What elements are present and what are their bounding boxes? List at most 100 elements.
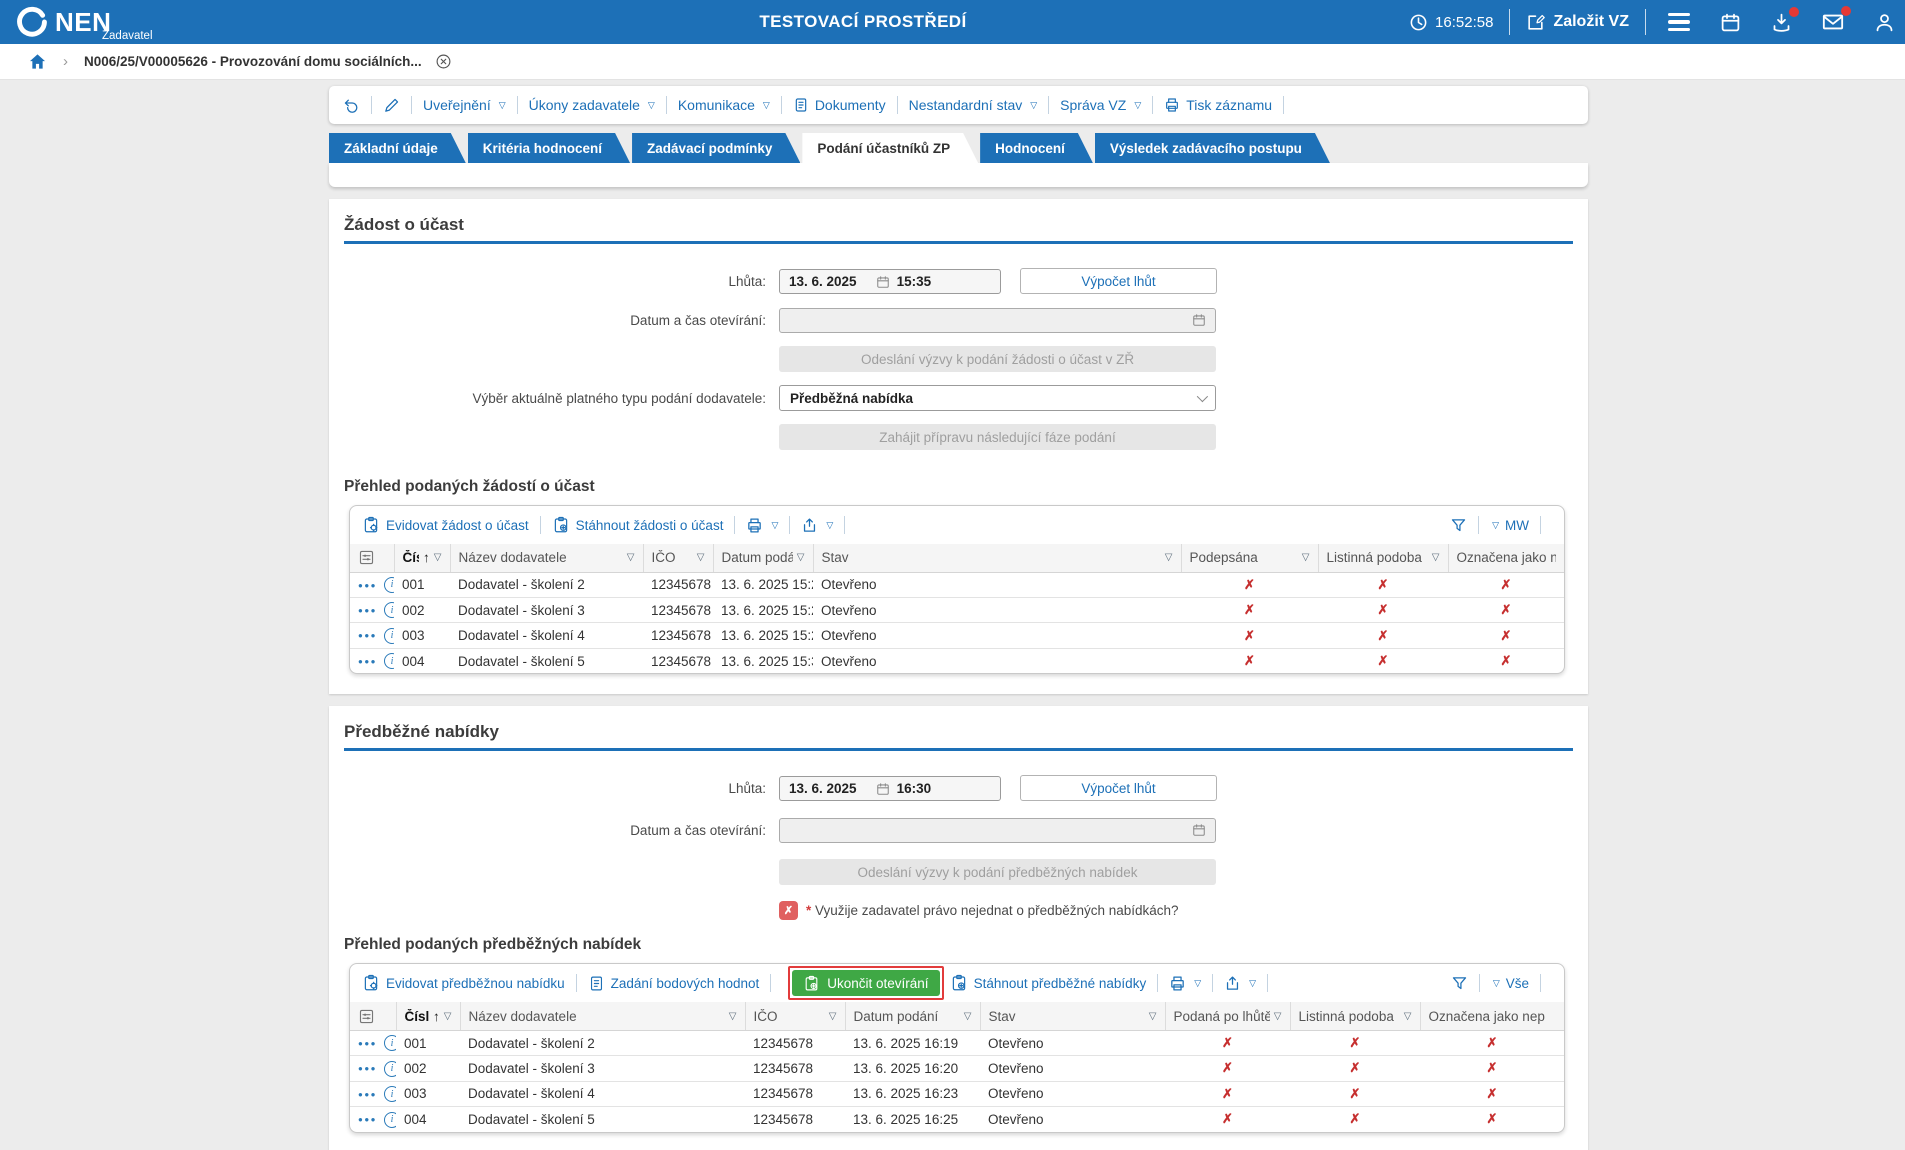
row-menu-icon[interactable]: ●●● <box>358 606 377 615</box>
tab-kriteria-hodnoceni[interactable]: Kritéria hodnocení <box>468 133 630 163</box>
odeslani-vyzvy-button[interactable]: Odeslání výzvy k podání předběžných nabí… <box>779 859 1216 885</box>
row-menu-icon[interactable]: ●●● <box>358 1039 377 1048</box>
column-header[interactable]: Stav▽ <box>980 1002 1165 1030</box>
filter-caret-icon[interactable]: ▽ <box>793 552 805 563</box>
close-icon[interactable] <box>435 53 452 71</box>
menu-ukony-zadavatele[interactable]: Úkony zadavatele▽ <box>529 97 655 113</box>
filter-caret-icon[interactable]: ▽ <box>693 552 705 563</box>
downloads-icon[interactable] <box>1771 12 1792 33</box>
menu-icon[interactable] <box>1668 13 1690 31</box>
info-icon[interactable]: i <box>384 1086 396 1102</box>
vypocet-lhut-button[interactable]: Výpočet lhůt <box>1020 268 1217 294</box>
info-icon[interactable]: i <box>384 577 394 593</box>
edit-record-icon[interactable] <box>383 97 400 114</box>
export-table-button[interactable]: ▽ <box>1224 975 1256 992</box>
menu-komunikace[interactable]: Komunikace▽ <box>678 97 770 113</box>
info-icon[interactable]: i <box>384 1061 396 1077</box>
filter-caret-icon[interactable]: ▽ <box>825 1011 837 1022</box>
tab-podani-ucastniku-zp[interactable]: Podání účastníků ZP <box>802 133 978 163</box>
row-menu-icon[interactable]: ●●● <box>358 657 377 666</box>
lhuta-datetime-input[interactable]: 13. 6. 2025 15:35 <box>779 269 1001 294</box>
filter-caret-icon[interactable]: ▽ <box>960 1011 972 1022</box>
table-row[interactable]: ●●●i003Dodavatel - školení 41234567813. … <box>350 1081 1564 1106</box>
menu-nestandardni-stav[interactable]: Nestandardní stav▽ <box>909 97 1038 113</box>
column-header[interactable]: Stav▽ <box>813 544 1181 572</box>
table-row[interactable]: ●●●i004Dodavatel - školení 51234567813. … <box>350 648 1564 673</box>
menu-sprava-vz[interactable]: Správa VZ▽ <box>1060 97 1141 113</box>
row-menu-icon[interactable]: ●●● <box>358 1064 377 1073</box>
filter-caret-icon[interactable]: ▽ <box>1400 1011 1412 1022</box>
menu-dokumenty[interactable]: Dokumenty <box>793 97 886 113</box>
info-icon[interactable]: i <box>384 602 394 618</box>
column-header[interactable]: IČO▽ <box>643 544 713 572</box>
filter-caret-icon[interactable]: ▽ <box>440 1011 452 1022</box>
row-menu-icon[interactable]: ●●● <box>358 1115 377 1124</box>
print-table-button[interactable]: ▽ <box>1169 975 1201 992</box>
column-header[interactable]: Listinná podoba▽ <box>1318 544 1448 572</box>
info-icon[interactable]: i <box>384 1035 396 1051</box>
table-row[interactable]: ●●●i001Dodavatel - školení 21234567813. … <box>350 1030 1564 1055</box>
table-row[interactable]: ●●●i003Dodavatel - školení 41234567813. … <box>350 623 1564 648</box>
filter-caret-icon[interactable]: ▽ <box>430 552 442 563</box>
undo-icon[interactable] <box>343 97 360 114</box>
column-header[interactable]: Listinná podoba▽ <box>1290 1002 1420 1030</box>
table-row[interactable]: ●●●i002Dodavatel - školení 31234567813. … <box>350 1056 1564 1081</box>
user-icon[interactable] <box>1874 12 1895 33</box>
column-header[interactable]: Číslo↑▽ <box>396 1002 460 1030</box>
filter-caret-icon[interactable]: ▽ <box>725 1011 737 1022</box>
row-menu-icon[interactable]: ●●● <box>358 580 377 589</box>
home-icon[interactable] <box>28 52 47 71</box>
filter-icon[interactable] <box>1451 975 1468 992</box>
column-header[interactable]: Datum podání▽ <box>845 1002 980 1030</box>
filter-caret-icon[interactable]: ▽ <box>1428 552 1440 563</box>
filter-caret-icon[interactable]: ▽ <box>623 552 635 563</box>
evidovat-zadost-button[interactable]: Evidovat žádost o účast <box>362 516 529 534</box>
oteviranie-input[interactable] <box>779 308 1216 333</box>
table-row[interactable]: ●●●i001Dodavatel - školení 21234567813. … <box>350 572 1564 597</box>
view-selector[interactable]: ▽MW <box>1490 518 1529 533</box>
create-vz-button[interactable]: Založit VZ <box>1553 13 1629 31</box>
row-menu-icon[interactable]: ●●● <box>358 1090 377 1099</box>
calendar-icon[interactable] <box>876 273 890 288</box>
zahajit-pripravu-button[interactable]: Zahájit přípravu následující fáze podání <box>779 424 1216 450</box>
export-table-button[interactable]: ▽ <box>801 517 833 534</box>
filter-caret-icon[interactable]: ▽ <box>1298 552 1310 563</box>
oteviranie-input[interactable] <box>779 818 1216 843</box>
lhuta-datetime-input[interactable]: 13. 6. 2025 16:30 <box>779 776 1001 801</box>
column-header[interactable]: IČO▽ <box>745 1002 845 1030</box>
column-settings-icon[interactable] <box>358 549 375 564</box>
info-icon[interactable]: i <box>384 628 394 644</box>
stahnout-nabidky-button[interactable]: Stáhnout předběžné nabídky <box>950 974 1147 992</box>
info-icon[interactable]: i <box>384 653 394 669</box>
column-header[interactable]: Číslo↑▽ <box>394 544 450 572</box>
view-selector[interactable]: ▽Vše <box>1491 976 1529 991</box>
filter-caret-icon[interactable]: ▽ <box>1270 1011 1282 1022</box>
ukoncit-oteviranie-button[interactable]: Ukončit otevírání <box>792 970 939 996</box>
calendar-icon[interactable] <box>876 781 890 796</box>
print-record-button[interactable]: Tisk záznamu <box>1164 97 1272 113</box>
column-header[interactable]: Název dodavatele▽ <box>460 1002 745 1030</box>
column-header[interactable]: Označena jako ne <box>1448 544 1564 572</box>
table-row[interactable]: ●●●i002Dodavatel - školení 31234567813. … <box>350 597 1564 622</box>
calendar-icon[interactable] <box>1720 12 1741 33</box>
print-table-button[interactable]: ▽ <box>746 517 778 534</box>
odeslani-vyzvy-button[interactable]: Odeslání výzvy k podání žádosti o účast … <box>779 346 1216 372</box>
stahnout-zadosti-button[interactable]: Stáhnout žádosti o účast <box>552 516 724 534</box>
tab-zadavaci-podminky[interactable]: Zadávací podmínky <box>632 133 800 163</box>
filter-caret-icon[interactable]: ▽ <box>1161 552 1173 563</box>
column-settings-icon[interactable] <box>358 1008 375 1023</box>
table-row[interactable]: ●●●i004Dodavatel - školení 51234567813. … <box>350 1107 1564 1132</box>
vypocet-lhut-button[interactable]: Výpočet lhůt <box>1020 775 1217 801</box>
nen-logo[interactable]: NEN Zadavatel <box>16 6 111 38</box>
tab-vysledek-zadavaciho-postupu[interactable]: Výsledek zadávacího postupu <box>1095 133 1330 163</box>
filter-caret-icon[interactable]: ▽ <box>1145 1011 1157 1022</box>
column-header[interactable]: Podaná po lhůtě▽ <box>1165 1002 1290 1030</box>
row-menu-icon[interactable]: ●●● <box>358 631 377 640</box>
filter-icon[interactable] <box>1450 517 1467 534</box>
column-header[interactable]: Datum podání▽ <box>713 544 813 572</box>
tab-hodnoceni[interactable]: Hodnocení <box>980 133 1093 163</box>
evidovat-nabidku-button[interactable]: Evidovat předběžnou nabídku <box>362 974 565 992</box>
column-header[interactable]: Podepsána▽ <box>1181 544 1318 572</box>
info-icon[interactable]: i <box>384 1112 396 1128</box>
typ-podani-select[interactable]: Předběžná nabídka <box>779 385 1216 411</box>
